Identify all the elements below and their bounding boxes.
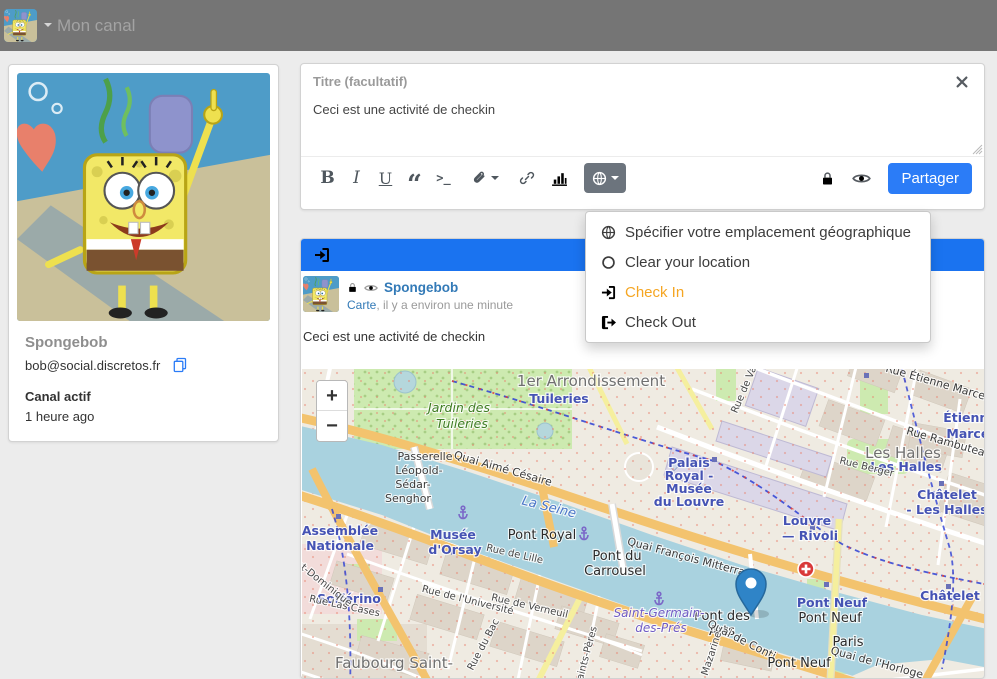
map-label: Assemblée [302, 523, 378, 538]
menu-item-set-location[interactable]: Spécifier votre emplacement géographique [586, 217, 930, 247]
map-label: Faubourg Saint- [335, 654, 453, 672]
attach-button[interactable] [466, 163, 504, 193]
channel-avatar[interactable] [4, 9, 37, 42]
post-body-input[interactable]: Ceci est une activité de checkin [301, 95, 984, 156]
zoom-out-button[interactable]: − [317, 411, 347, 441]
spongebob-profile-image [17, 73, 270, 321]
map-label: Étienne [943, 410, 984, 425]
map-label: Sédar- [395, 478, 430, 491]
globe-icon [601, 225, 616, 240]
channel-status-label: Canal actif [25, 389, 262, 404]
insert-link-button[interactable] [512, 163, 541, 193]
italic-button[interactable]: I [342, 163, 371, 193]
profile-name: Spongebob [25, 334, 262, 351]
poll-button[interactable] [545, 163, 574, 193]
sign-out-icon [601, 315, 616, 330]
menu-item-check-in[interactable]: Check In [586, 277, 930, 307]
close-icon[interactable] [955, 75, 969, 89]
map-label: Marcel [946, 426, 984, 441]
code-button[interactable]: >_ [429, 163, 458, 193]
post-editor: Ceci est une activité de checkin B I U “… [300, 63, 985, 210]
sign-in-icon [601, 285, 616, 300]
spongebob-avatar-image [4, 9, 37, 42]
map-label: Jardin des [425, 400, 490, 415]
map-link[interactable]: Carte [347, 298, 376, 312]
map-label: Pont Royal [508, 528, 576, 543]
map-label: Châtelet [920, 588, 980, 603]
map-label: 1er Arrondissement [517, 372, 665, 390]
sign-in-icon [314, 247, 330, 263]
circle-icon [601, 255, 616, 270]
bar-chart-icon [551, 170, 568, 187]
post-author-link[interactable]: Spongebob [384, 280, 458, 295]
map-label: Châtelet [917, 487, 977, 502]
map-label: Pont Neuf [798, 611, 862, 626]
menu-item-check-out[interactable]: Check Out [586, 307, 930, 337]
preview-eye-icon[interactable] [852, 169, 871, 188]
post-author-avatar[interactable] [303, 276, 339, 312]
map-label: Carrousel [584, 564, 646, 579]
underline-button[interactable]: U [371, 163, 400, 193]
map-label: Tuileries [529, 391, 588, 406]
eye-icon [364, 281, 378, 295]
map-label: Pont du [592, 549, 641, 564]
link-icon [519, 170, 535, 186]
map-label: - Les Halles [906, 502, 984, 517]
profile-card: Spongebob bob@social.discretos.fr Canal … [8, 64, 279, 442]
resize-grip-icon[interactable] [967, 139, 983, 155]
quote-button[interactable]: “ [400, 163, 429, 193]
editor-toolbar: B I U “ >_ Partager [301, 156, 984, 199]
map-canvas: 1er ArrondissementJardin desTuileriesTui… [302, 369, 984, 679]
navbar: Mon canal [0, 0, 997, 51]
chevron-down-icon[interactable] [44, 23, 52, 31]
map-label: Senghor [385, 492, 431, 505]
map-label: — Rivoli [782, 528, 838, 543]
post-timestamp: , il y a environ une minute [376, 298, 513, 312]
bold-button[interactable]: B [313, 163, 342, 193]
title-input[interactable] [301, 64, 861, 95]
lock-icon [347, 282, 358, 293]
map[interactable]: + − [302, 369, 984, 679]
location-dropdown-menu: Spécifier votre emplacement géographique… [585, 211, 931, 343]
app-window: Mon canal Spongebob bob@social.discretos… [0, 0, 997, 679]
map-label: Louvre [783, 513, 831, 528]
profile-photo[interactable] [17, 73, 270, 321]
lock-icon[interactable] [820, 171, 835, 186]
profile-handle: bob@social.discretos.fr [25, 358, 160, 373]
chevron-down-icon [491, 176, 499, 184]
post-body-text: Ceci est une activité de checkin [303, 329, 485, 344]
copy-icon[interactable] [172, 357, 188, 373]
paperclip-icon [471, 170, 487, 186]
channel-title: Mon canal [57, 0, 135, 51]
map-label: Musée [430, 527, 476, 542]
location-menu-button[interactable] [584, 163, 626, 193]
menu-item-clear-location[interactable]: Clear your location [586, 247, 930, 277]
map-label: Pont Neuf [797, 595, 868, 610]
map-zoom-control: + − [316, 380, 348, 442]
zoom-in-button[interactable]: + [317, 381, 347, 411]
chevron-down-icon [611, 176, 619, 184]
map-label: Léopold- [395, 464, 442, 477]
hospital-icon [798, 561, 814, 577]
map-label: Tuileries [436, 416, 488, 431]
map-label: Pont Neuf [767, 656, 831, 671]
share-button[interactable]: Partager [888, 163, 972, 194]
globe-icon [592, 171, 607, 186]
map-label: d'Orsay [428, 542, 481, 557]
spongebob-avatar-image [303, 276, 339, 312]
map-label: des-Prés [635, 621, 686, 635]
map-label: Passerelle [397, 450, 452, 463]
map-label: Nationale [306, 538, 374, 553]
channel-status-time: 1 heure ago [25, 409, 262, 424]
map-label: Saint-Germain- [614, 606, 705, 620]
map-label: du Louvre [654, 494, 724, 509]
